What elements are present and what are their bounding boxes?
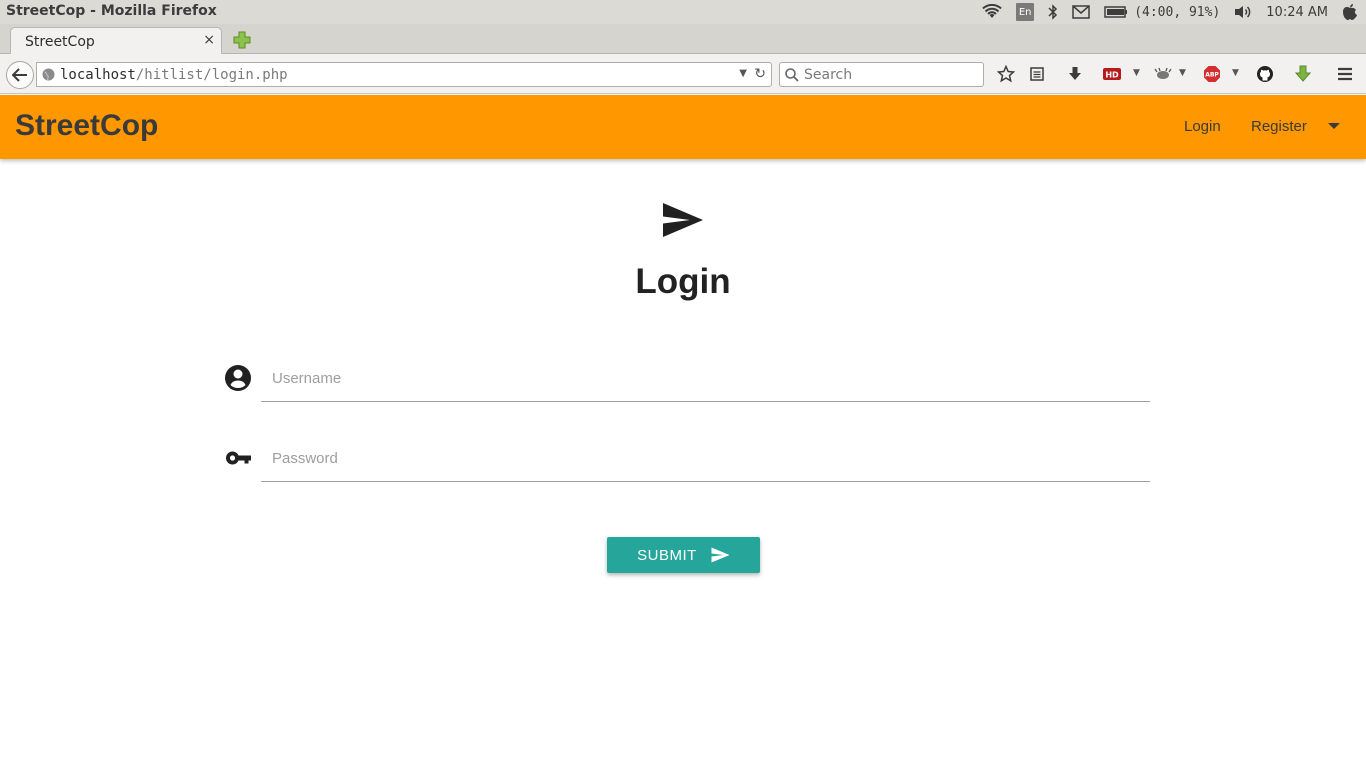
tab-title: StreetCop	[25, 34, 95, 50]
system-menu-icon[interactable]	[1342, 0, 1358, 24]
url-path: /hitlist/login.php	[135, 67, 288, 83]
back-arrow-icon	[12, 68, 27, 82]
password-input[interactable]	[261, 432, 1150, 482]
os-top-bar: StreetCop - Mozilla Firefox En (4:00, 91…	[0, 0, 1366, 24]
system-tray: En (4:00, 91%) 10:24 AM	[968, 0, 1358, 24]
download-helper-icon[interactable]	[1292, 63, 1314, 85]
svg-text:HD: HD	[1105, 71, 1119, 80]
password-field	[224, 432, 1150, 482]
svg-text:ABP: ABP	[1205, 72, 1219, 79]
window-title: StreetCop - Mozilla Firefox	[6, 3, 217, 19]
adblock-plus-icon[interactable]: ABP	[1201, 63, 1223, 85]
new-tab-plus-icon[interactable]	[232, 30, 252, 50]
hamburger-menu-icon[interactable]	[1334, 63, 1356, 85]
github-icon[interactable]	[1254, 63, 1276, 85]
browser-search-box[interactable]: Search	[779, 62, 984, 87]
search-icon	[785, 68, 799, 82]
username-input[interactable]	[261, 352, 1150, 402]
volume-icon[interactable]	[1234, 0, 1252, 24]
battery-icon[interactable]	[1104, 0, 1128, 24]
greasemonkey-extension-icon[interactable]	[1152, 63, 1174, 85]
send-icon	[663, 203, 703, 237]
reload-icon[interactable]: ↻	[754, 66, 766, 82]
browser-tab-strip: StreetCop ×	[0, 24, 1366, 55]
submit-button-label: SUBMIT	[637, 546, 697, 564]
url-host: localhost	[60, 67, 136, 83]
account-circle-icon	[225, 365, 251, 391]
keyboard-layout-indicator[interactable]: En	[1016, 0, 1035, 24]
nav-login-link[interactable]: Login	[1184, 118, 1221, 135]
bookmark-star-icon[interactable]	[995, 63, 1017, 85]
search-placeholder: Search	[804, 67, 853, 83]
app-navbar: StreetCop Login Register	[0, 95, 1366, 159]
adblock-dropdown-icon[interactable]: ▼	[1232, 68, 1239, 78]
greasemonkey-dropdown-icon[interactable]: ▼	[1179, 68, 1186, 78]
browser-nav-bar: localhost/hitlist/login.php ▼ ↻ Search H…	[0, 54, 1366, 94]
hd-extension-dropdown-icon[interactable]: ▼	[1133, 68, 1140, 78]
wifi-icon[interactable]	[982, 0, 1002, 24]
vpn-key-icon	[226, 451, 251, 465]
username-field	[224, 352, 1150, 402]
send-icon	[711, 547, 730, 563]
battery-status: (4:00, 91%)	[1134, 4, 1221, 20]
bluetooth-icon[interactable]	[1048, 0, 1058, 24]
downloads-icon[interactable]	[1064, 63, 1086, 85]
page-title: Login	[635, 262, 731, 301]
nav-register-link[interactable]: Register	[1251, 118, 1307, 135]
reading-list-icon[interactable]	[1026, 63, 1048, 85]
mail-icon[interactable]	[1072, 0, 1090, 24]
brand-logo[interactable]: StreetCop	[15, 109, 158, 143]
back-button[interactable]	[6, 61, 34, 89]
url-history-dropdown-icon[interactable]: ▼	[739, 68, 747, 79]
globe-icon	[42, 68, 55, 81]
submit-button[interactable]: SUBMIT	[607, 537, 760, 573]
nav-dropdown-caret-icon[interactable]	[1328, 123, 1340, 129]
hd-extension-icon[interactable]: HD	[1101, 63, 1123, 85]
url-bar[interactable]: localhost/hitlist/login.php ▼ ↻	[36, 62, 772, 87]
browser-tab-active[interactable]: StreetCop ×	[10, 27, 222, 55]
tab-close-icon[interactable]: ×	[203, 32, 215, 48]
clock[interactable]: 10:24 AM	[1266, 0, 1328, 24]
